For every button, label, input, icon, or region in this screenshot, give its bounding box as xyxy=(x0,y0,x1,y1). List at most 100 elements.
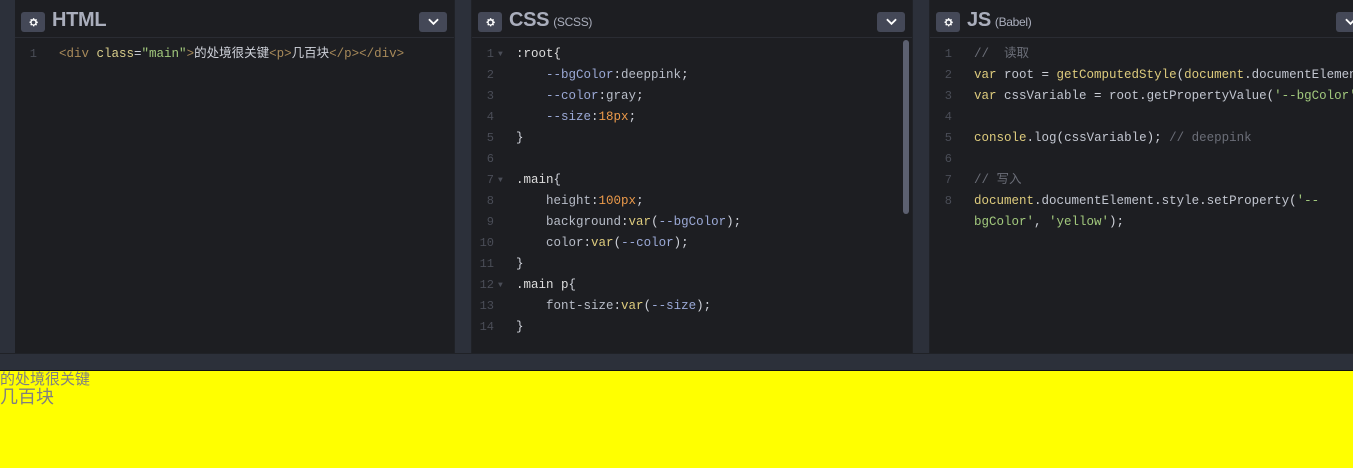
code-token: 几百块 xyxy=(291,47,330,61)
fold-arrow-icon[interactable]: ▼ xyxy=(498,44,503,65)
code-text: --bgColor:deeppink; xyxy=(516,65,689,86)
code-token: <div xyxy=(59,47,97,61)
css-settings-button[interactable] xyxy=(478,12,502,32)
code-token: --size xyxy=(546,110,592,124)
code-token: ( xyxy=(643,299,652,313)
css-code-editor[interactable]: 1 ▼:root{2 --bgColor:deeppink; 3 --color:g… xyxy=(472,44,912,353)
code-token: --color xyxy=(621,236,674,250)
code-token: cssVariable xyxy=(1064,131,1147,145)
code-token: --size xyxy=(651,299,697,313)
js-code-editor[interactable]: 1// 读取 2 var root = getComputedStyle(docum… xyxy=(930,44,1353,353)
line-number: 8 xyxy=(944,194,952,208)
code-token: setProperty xyxy=(1206,194,1290,208)
code-token: // deeppink xyxy=(1169,131,1252,145)
line-number: 8 xyxy=(486,194,494,208)
code-token: : xyxy=(621,215,629,229)
fold-arrow-icon[interactable]: ▼ xyxy=(498,275,503,296)
left-resize-handle[interactable] xyxy=(0,0,15,353)
code-token: --bgColor xyxy=(658,215,727,229)
css-pane-menu-button[interactable] xyxy=(877,12,905,32)
line-number: 4 xyxy=(944,110,952,124)
code-text: --color:gray; xyxy=(516,86,644,107)
chevron-down-icon xyxy=(1344,18,1353,26)
code-token: var xyxy=(621,299,644,313)
line-number: 14 xyxy=(479,320,494,334)
code-text: var root = getComputedStyle(document.doc… xyxy=(974,65,1353,86)
code-token: ); xyxy=(1146,131,1170,145)
code-text: console.log(cssVariable); // deeppink xyxy=(974,128,1252,149)
html-pane-menu-button[interactable] xyxy=(419,12,447,32)
line-number: 3 xyxy=(944,89,952,103)
preview-paragraph-text: 几百块 xyxy=(0,387,54,407)
code-token: // 写入 xyxy=(974,173,1022,187)
code-token: = xyxy=(1086,89,1110,103)
code-text: .main{ xyxy=(516,170,561,191)
code-token: = xyxy=(134,47,142,61)
code-text: background:var(--bgColor); xyxy=(516,212,741,233)
code-token: 'yellow' xyxy=(1049,215,1110,229)
code-token: <p> xyxy=(269,47,292,61)
code-token: > xyxy=(186,47,195,61)
js-settings-button[interactable] xyxy=(936,12,960,32)
code-token: ); xyxy=(673,236,689,250)
line-number: 5 xyxy=(944,131,952,145)
code-token: getPropertyValue xyxy=(1146,89,1267,103)
code-token: ( xyxy=(1176,68,1185,82)
html-settings-button[interactable] xyxy=(21,12,45,32)
code-token: log xyxy=(1034,131,1057,145)
js-pane-title: JS (Babel) xyxy=(967,9,1032,31)
css-editor-pane: CSS (SCSS) 1 ▼:root{2 --bgColor:deeppink; 3… xyxy=(472,0,912,353)
js-preprocessor-label: (Babel) xyxy=(994,15,1032,29)
code-token: } xyxy=(516,320,524,334)
code-token: var xyxy=(591,236,614,250)
html-code-editor[interactable]: 1 <div class="main">的处境很关键<p>几百块</p></div… xyxy=(15,44,454,353)
line-number: 7 xyxy=(944,173,952,187)
code-token: , xyxy=(1034,215,1050,229)
code-token: document xyxy=(974,194,1035,208)
css-editor-scrollbar[interactable] xyxy=(903,40,909,214)
code-token: gray xyxy=(606,89,637,103)
code-text: document.documentElement.style.setProper… xyxy=(974,191,1319,212)
code-token: : xyxy=(613,299,622,313)
code-token: console xyxy=(974,131,1027,145)
code-token: ); xyxy=(1109,215,1125,229)
js-pane-menu-button[interactable] xyxy=(1336,12,1353,32)
code-token: . xyxy=(1026,131,1035,145)
code-token: font-size xyxy=(546,299,614,313)
line-number: 1 xyxy=(29,47,37,61)
code-text: color:var(--color); xyxy=(516,233,689,254)
code-token: = xyxy=(1034,68,1057,82)
css-js-resize-handle[interactable] xyxy=(912,0,930,353)
result-preview: 的处境很关键 几百块 xyxy=(0,371,1353,468)
code-token: var xyxy=(974,89,1005,103)
gear-icon xyxy=(486,17,495,26)
fold-arrow-icon[interactable]: ▼ xyxy=(498,170,503,191)
code-token: { xyxy=(568,278,577,292)
code-token: getComputedStyle xyxy=(1056,68,1177,82)
html-pane-title: HTML xyxy=(52,9,107,31)
js-pane-header: JS (Babel) xyxy=(930,4,1353,38)
line-number: 6 xyxy=(944,152,952,166)
code-token: ; xyxy=(636,194,644,208)
chevron-down-icon xyxy=(885,18,897,26)
code-token: . xyxy=(1139,89,1147,103)
line-number: 1 xyxy=(486,47,494,61)
code-token: "main" xyxy=(141,47,187,61)
html-css-resize-handle[interactable] xyxy=(454,0,472,353)
code-token: } xyxy=(516,257,524,271)
code-token: . xyxy=(1034,194,1042,208)
code-token: : xyxy=(613,68,622,82)
code-token: : xyxy=(583,236,592,250)
preview-main-text: 的处境很关键 xyxy=(0,371,91,388)
code-token: ( xyxy=(1266,89,1275,103)
code-token: . xyxy=(1199,194,1207,208)
code-text: var cssVariable = root.getPropertyValue(… xyxy=(974,86,1353,107)
code-token: { xyxy=(553,173,562,187)
code-token: . xyxy=(1244,68,1252,82)
preview-resize-handle[interactable] xyxy=(0,353,1353,371)
js-editor-pane: JS (Babel) 1 // 读取 2 var root = getComputedS… xyxy=(930,0,1353,353)
